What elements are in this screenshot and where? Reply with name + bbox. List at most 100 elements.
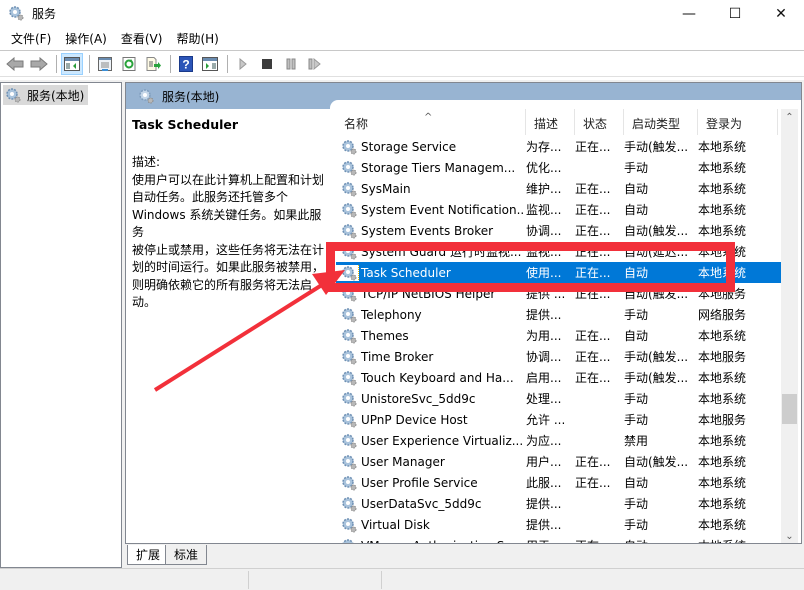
column-header-status[interactable]: 状态 <box>575 109 624 135</box>
service-startup-type: 自动 <box>624 182 649 196</box>
svg-text:?: ? <box>182 58 189 72</box>
tab-standard[interactable]: 标准 <box>165 545 208 565</box>
service-logon-as: 本地系统 <box>698 497 747 511</box>
scroll-down-icon[interactable]: ⌄ <box>781 528 798 543</box>
start-service-button[interactable] <box>232 53 254 75</box>
service-row[interactable]: User Profile Service 此服... 正在... 自动 本地系统 <box>336 472 781 493</box>
properties-button[interactable] <box>94 53 116 75</box>
service-logon-as: 本地系统 <box>698 518 747 532</box>
service-row[interactable]: VMware Authorization Se...用于...正在...自动本地… <box>336 535 781 543</box>
service-description: 协调... <box>526 224 562 238</box>
service-logon-as: 本地系统 <box>698 476 747 490</box>
service-row[interactable]: TCP/IP NetBIOS Helper 提供 ... 正在... 自动(触发...… <box>336 283 781 304</box>
pause-service-button[interactable] <box>280 53 302 75</box>
menu-view[interactable]: 查看(V) <box>114 29 170 50</box>
service-startup-type: 禁用 <box>624 434 649 448</box>
service-name-cell: System Guard 运行时监视... <box>336 242 523 261</box>
service-row[interactable]: Telephony 提供... 手动 网络服务 <box>336 304 781 325</box>
services-gear-icon <box>9 6 24 21</box>
service-description: 用户... <box>526 455 562 469</box>
back-button[interactable] <box>4 53 26 75</box>
service-row[interactable]: Storage Tiers Managem... 优化... 手动 本地系统 <box>336 157 781 178</box>
service-startup-type: 手动 <box>624 518 649 532</box>
column-header-description[interactable]: 描述 <box>526 109 575 135</box>
menu-action[interactable]: 操作(A) <box>58 29 114 50</box>
service-status: 正在... <box>575 287 611 301</box>
service-row[interactable]: User Experience Virtualiz... 为应... 禁用 本地系统 <box>336 430 781 451</box>
service-gear-icon <box>342 391 357 406</box>
selected-service-name: Task Scheduler <box>132 117 239 132</box>
service-row[interactable]: Virtual Disk 提供... 手动 本地系统 <box>336 514 781 535</box>
service-row[interactable]: System Guard 运行时监视... 监视... 正在... 自动(延迟... 本… <box>336 241 781 262</box>
resume-service-button[interactable] <box>304 53 326 75</box>
scrollbar-thumb[interactable] <box>782 393 797 424</box>
service-gear-icon <box>342 139 357 154</box>
service-row[interactable]: UPnP Device Host 允许 ... 手动 本地服务 <box>336 409 781 430</box>
service-row[interactable]: UnistoreSvc_5dd9c 处理... 手动 本地系统 <box>336 388 781 409</box>
stop-icon <box>262 59 272 69</box>
service-row[interactable]: User Manager 用户... 正在... 自动(触发... 本地系统 <box>336 451 781 472</box>
service-status: 正在... <box>575 203 611 217</box>
service-description: 用于... <box>523 537 572 543</box>
service-row[interactable]: SysMain 维护... 正在... 自动 本地系统 <box>336 178 781 199</box>
minimize-button[interactable]: — <box>666 0 712 28</box>
service-gear-icon <box>342 349 357 364</box>
panel-header-title: 服务(本地) <box>162 89 220 104</box>
tree-item-services-local[interactable]: 服务(本地) <box>3 85 89 105</box>
service-logon-as: 本地系统 <box>698 224 747 238</box>
service-name-cell: User Manager <box>336 454 523 470</box>
service-name-cell: Virtual Disk <box>336 517 523 533</box>
export-icon <box>146 57 161 71</box>
service-logon-as: 本地服务 <box>698 413 747 427</box>
maximize-button[interactable]: ☐ <box>712 0 758 28</box>
service-row[interactable]: Task Scheduler 使用... 正在... 自动 本地系统 <box>336 262 781 283</box>
description-pane: Task Scheduler 描述: 使用户可以在此计算机上配置和计划 自动任务… <box>126 109 336 543</box>
service-name-cell: Task Scheduler <box>336 264 523 281</box>
column-header-name[interactable]: ^ 名称 <box>336 109 526 135</box>
service-row[interactable]: Time Broker 协调... 正在... 手动(触发... 本地服务 <box>336 346 781 367</box>
maximize-icon: ☐ <box>728 6 742 22</box>
service-description: 提供... <box>526 308 562 322</box>
menu-help[interactable]: 帮助(H) <box>169 29 225 50</box>
scroll-up-icon[interactable]: ⌃ <box>781 109 798 126</box>
service-row[interactable]: UserDataSvc_5dd9c 提供... 手动 本地系统 <box>336 493 781 514</box>
service-gear-icon <box>342 475 357 490</box>
refresh-button[interactable] <box>118 53 140 75</box>
show-action-pane-button[interactable] <box>199 53 221 75</box>
close-button[interactable]: ✕ <box>758 0 804 28</box>
service-startup-type: 自动(触发... <box>624 224 689 238</box>
help-icon: ? <box>179 56 193 72</box>
description-label: 描述: <box>132 155 161 169</box>
service-name: System Event Notification... <box>361 202 523 217</box>
service-name: System Guard 运行时监视... <box>361 245 522 259</box>
service-row[interactable]: Touch Keyboard and Ha... 启用... 正在... 手动(触发.… <box>336 367 781 388</box>
action-pane-icon <box>202 57 218 71</box>
service-name: User Experience Virtualiz... <box>361 433 523 448</box>
service-name: TCP/IP NetBIOS Helper <box>361 286 496 301</box>
vertical-scrollbar[interactable]: ⌃ ⌄ <box>781 109 798 543</box>
service-row[interactable]: Themes 为用... 正在... 自动 本地系统 <box>336 325 781 346</box>
column-header-startup-type[interactable]: 启动类型 <box>624 109 698 135</box>
list-rows: Storage Service 为存... 正在... 手动(触发... 本地系统 Sto… <box>336 136 781 543</box>
service-logon-as: 本地系统 <box>698 329 747 343</box>
menu-file[interactable]: 文件(F) <box>4 29 58 50</box>
forward-button[interactable] <box>28 53 50 75</box>
services-gear-icon <box>6 88 21 103</box>
show-console-tree-button[interactable] <box>61 53 83 75</box>
service-startup-type: 手动 <box>624 413 649 427</box>
service-logon-as: 本地系统 <box>698 182 747 196</box>
service-row[interactable]: System Events Broker 协调... 正在... 自动(触发... 本地… <box>336 220 781 241</box>
service-row[interactable]: Storage Service 为存... 正在... 手动(触发... 本地系统 <box>336 136 781 157</box>
stop-service-button[interactable] <box>256 53 278 75</box>
help-button[interactable]: ? <box>175 53 197 75</box>
service-name-cell: Time Broker <box>336 349 523 365</box>
service-gear-icon <box>342 433 357 448</box>
export-list-button[interactable] <box>142 53 164 75</box>
service-name: Touch Keyboard and Ha... <box>361 370 514 385</box>
service-status: 正在... <box>575 350 611 364</box>
services-panel: 服务(本地) Task Scheduler 描述: 使用户可以在此计算机上配置和… <box>125 82 802 544</box>
tab-extended[interactable]: 扩展 <box>127 545 170 565</box>
service-name-cell: Storage Service <box>336 139 523 155</box>
service-row[interactable]: System Event Notification... 监视... 正在... 自动… <box>336 199 781 220</box>
column-header-logon-as[interactable]: 登录为 <box>698 109 778 135</box>
